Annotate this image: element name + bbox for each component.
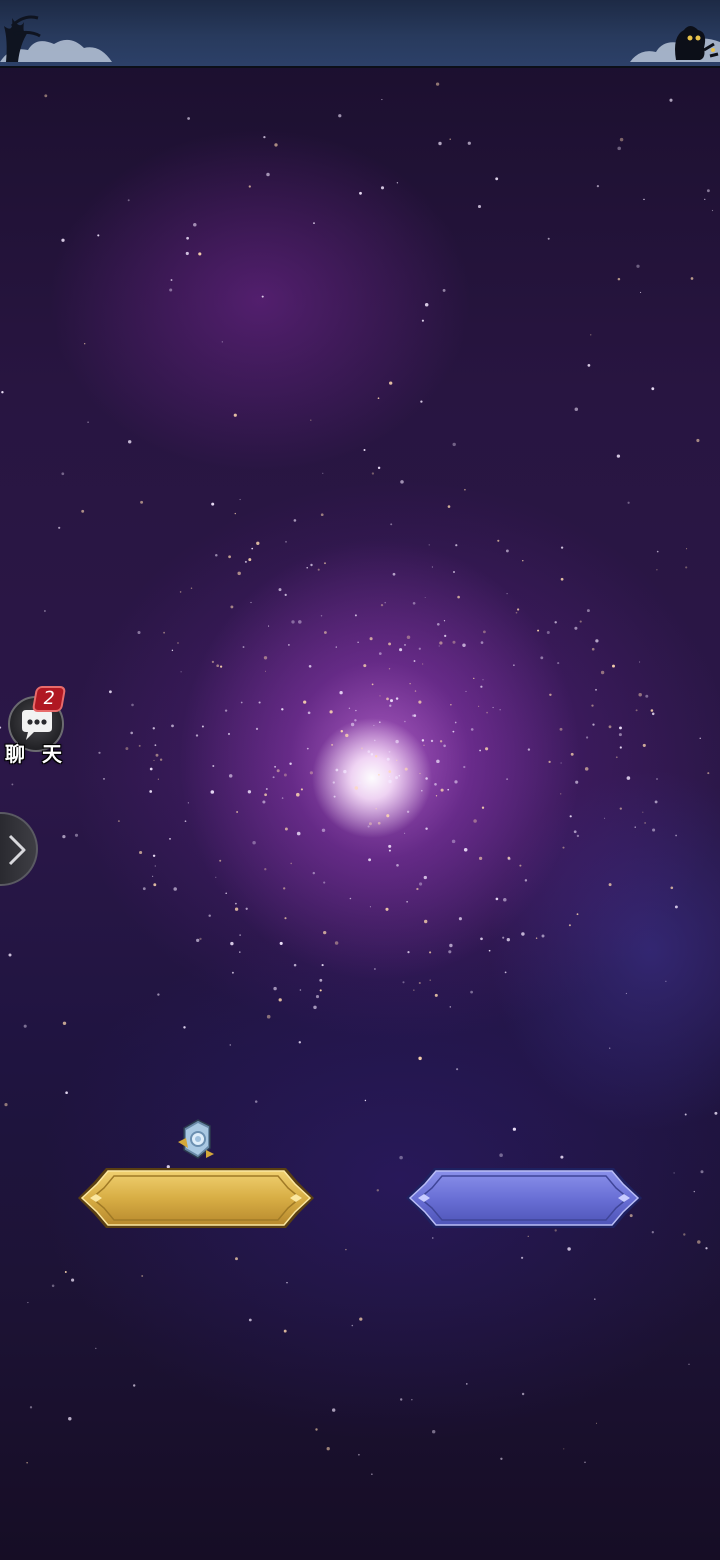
- chat-label: 聊 天: [5, 742, 67, 766]
- starfield: [0, 82, 718, 1475]
- gold-action-button[interactable]: [76, 1164, 316, 1232]
- rune-gem-icon: [178, 1119, 214, 1159]
- side-panel-expand-button[interactable]: [0, 812, 38, 886]
- gold-plate-shape: [78, 1168, 314, 1228]
- top-banner: [0, 0, 720, 68]
- game-screen: 2 聊 天: [0, 0, 720, 1560]
- chat-button[interactable]: 2 聊 天: [4, 686, 68, 768]
- banner-decoration: [0, 15, 720, 62]
- unread-count-badge: 2: [31, 686, 67, 712]
- blue-plate-shape: [406, 1168, 642, 1228]
- chevron-right-icon: [8, 834, 26, 866]
- blue-action-button[interactable]: [404, 1164, 644, 1232]
